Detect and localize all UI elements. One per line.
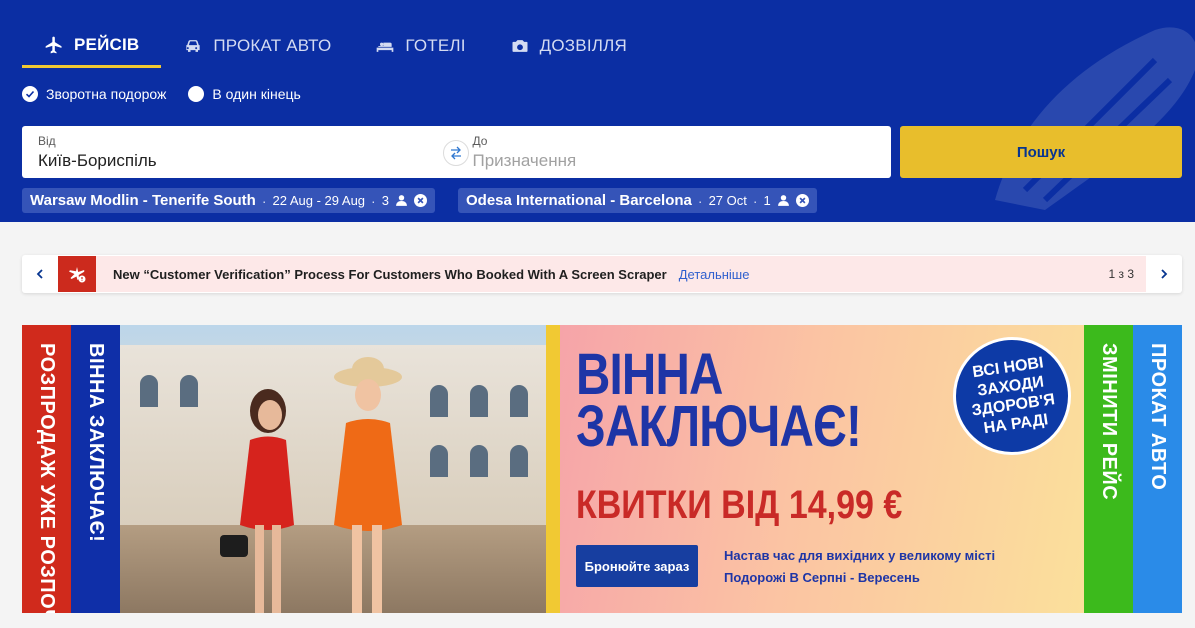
chevron-right-icon <box>1161 269 1168 279</box>
sale-strip[interactable]: РОЗПРОДАЖ УЖЕ РОЗПОЧАВСЯ <box>22 325 71 613</box>
promo-photo <box>120 325 546 613</box>
promo-price: КВИТКИ ВІД 14,99 € <box>576 483 903 527</box>
recent-route: Warsaw Modlin - Tenerife South <box>30 192 256 209</box>
one-way-label: В один кінець <box>212 86 301 102</box>
notice-carousel: New “Customer Verification” Process For … <box>22 255 1182 293</box>
promo-subtext-line: Настав час для вихідних у великому місті <box>724 548 996 563</box>
chevron-left-icon <box>36 269 43 279</box>
recent-dates: 27 Oct <box>708 193 747 208</box>
accent-divider <box>546 325 560 613</box>
tab-label: ГОТЕЛІ <box>405 36 466 55</box>
tab-label: ДОЗВІЛЛЯ <box>539 36 627 55</box>
recent-route: Odesa International - Barcelona <box>466 192 692 209</box>
woman-orange-dress <box>334 357 402 613</box>
vienna-strip-label: ВІННА ЗАКЛЮЧАЄ! <box>85 343 107 543</box>
promo-banner: РОЗПРОДАЖ УЖЕ РОЗПОЧАВСЯ ВІННА ЗАКЛЮЧАЄ! <box>22 325 1182 613</box>
notice-text: New “Customer Verification” Process For … <box>113 266 667 282</box>
promo-subtext: Настав час для вихідних у великому місті… <box>724 545 995 589</box>
remove-recent-icon[interactable] <box>413 194 427 207</box>
remove-recent-icon[interactable] <box>795 194 809 207</box>
promo-title: ВІННА ЗАКЛЮЧАЄ! <box>576 346 862 459</box>
to-field-label: До <box>472 134 488 148</box>
product-tabs: РЕЙСІВ ПРОКАТ АВТО ГОТЕЛІ ДОЗВІЛЛЯ <box>22 24 649 68</box>
plane-icon <box>45 36 62 53</box>
search-hero: РЕЙСІВ ПРОКАТ АВТО ГОТЕЛІ ДОЗВІЛЛЯ Зворо… <box>0 0 1195 222</box>
notice-alert-icon <box>58 256 96 292</box>
person-icon <box>777 195 789 206</box>
recent-passengers: 1 <box>763 193 771 208</box>
search-button[interactable]: Пошук <box>900 126 1182 178</box>
promo-title-line: ЗАКЛЮЧАЄ! <box>576 394 862 459</box>
recent-search-chip[interactable]: Odesa International - Barcelona · 27 Oct… <box>458 188 817 213</box>
notice-next-button[interactable] <box>1146 255 1182 293</box>
change-flight-label: ЗМІНИТИ РЕЙС <box>1098 343 1120 501</box>
car-icon <box>186 40 201 52</box>
separator-dot: · <box>697 192 703 209</box>
one-way-radio[interactable]: В один кінець <box>188 86 301 102</box>
tab-flights[interactable]: РЕЙСІВ <box>22 24 162 68</box>
change-flight-strip[interactable]: ЗМІНИТИ РЕЙС <box>1084 325 1133 613</box>
recent-passengers: 3 <box>381 193 389 208</box>
tab-label: РЕЙСІВ <box>74 34 140 54</box>
tab-hotels[interactable]: ГОТЕЛІ <box>353 24 487 68</box>
bed-icon <box>377 41 394 52</box>
from-field[interactable]: Від Київ-Бориспіль <box>22 126 457 178</box>
from-field-value[interactable]: Київ-Бориспіль <box>38 151 441 171</box>
return-trip-label: Зворотна подорож <box>46 86 167 102</box>
from-field-label: Від <box>38 134 56 148</box>
return-trip-radio[interactable]: Зворотна подорож <box>22 86 166 102</box>
notice-message: New “Customer Verification” Process For … <box>58 256 1146 292</box>
radio-checked-icon <box>22 86 38 102</box>
promo-subtext-line: Подорожі В Серпні - Вересень <box>724 570 920 585</box>
tab-activities[interactable]: ДОЗВІЛЛЯ <box>488 24 649 68</box>
swap-arrows-icon <box>451 146 461 160</box>
notice-more-link[interactable]: Детальніше <box>679 267 750 282</box>
to-field[interactable]: До Призначення <box>457 126 892 178</box>
radio-unchecked-icon <box>188 86 205 102</box>
harp-logo-icon <box>995 27 1195 210</box>
tab-label: ПРОКАТ АВТО <box>213 36 332 55</box>
separator-dot: · <box>752 192 758 209</box>
book-now-button[interactable]: Бронюйте зараз <box>576 545 698 587</box>
tab-car-hire[interactable]: ПРОКАТ АВТО <box>161 24 353 68</box>
person-icon <box>396 195 407 206</box>
swap-airports-button[interactable] <box>443 140 469 166</box>
woman-red-dress <box>220 389 294 613</box>
promo-panel: ВІННА ЗАКЛЮЧАЄ! КВИТКИ ВІД 14,99 € ВСІ Н… <box>560 325 1084 613</box>
car-hire-strip[interactable]: ПРОКАТ АВТО <box>1133 325 1182 613</box>
recent-dates: 22 Aug - 29 Aug <box>272 193 366 208</box>
trip-type-selector: Зворотна подорож В один кінець <box>22 86 301 102</box>
vienna-strip[interactable]: ВІННА ЗАКЛЮЧАЄ! <box>71 325 120 613</box>
separator-dot: · <box>261 192 267 209</box>
separator-dot: · <box>371 192 376 209</box>
notice-prev-button[interactable] <box>22 255 58 293</box>
sale-strip-label: РОЗПРОДАЖ УЖЕ РОЗПОЧАВСЯ <box>36 343 58 613</box>
car-hire-label: ПРОКАТ АВТО <box>1147 343 1169 491</box>
notice-counter: 1 з 3 <box>1108 267 1134 281</box>
recent-search-chip[interactable]: Warsaw Modlin - Tenerife South · 22 Aug … <box>22 188 435 213</box>
route-search-box: Від Київ-Бориспіль До Призначення <box>22 126 891 178</box>
to-field-placeholder[interactable]: Призначення <box>473 151 876 171</box>
health-measures-badge[interactable]: ВСІ НОВІ ЗАХОДИ ЗДОРОВ'Я НА РАДІ <box>945 329 1079 463</box>
camera-icon <box>512 40 528 52</box>
